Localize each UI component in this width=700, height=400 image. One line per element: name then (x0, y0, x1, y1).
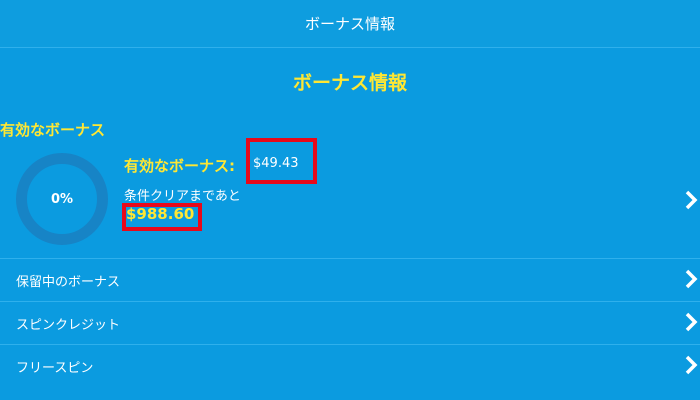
bonus-progress-percent: 0% (50, 191, 74, 207)
active-bonus-value: $49.43 (253, 156, 299, 171)
bonus-progress-ring: 0% (16, 153, 108, 245)
remaining-requirement-label: 条件クリアまであと (124, 189, 241, 204)
menu-item-spin-credit[interactable]: スピンクレジット (0, 301, 700, 343)
chevron-right-icon (684, 269, 698, 289)
page-title: ボーナス情報 (292, 72, 407, 94)
menu-item-label: 保留中のボーナス (16, 275, 121, 290)
chevron-right-icon (684, 312, 698, 332)
remaining-requirement-value: $988.60 (126, 205, 195, 223)
menu-item-free-spins[interactable]: フリースピン (0, 344, 700, 386)
menu-item-pending-bonus[interactable]: 保留中のボーナス (0, 258, 700, 300)
menu-item-label: スピンクレジット (16, 318, 121, 333)
active-bonus-section-title: 有効なボーナス (0, 121, 106, 139)
active-bonus-label: 有効なボーナス: (124, 157, 235, 175)
menu-item-label: フリースピン (16, 361, 94, 376)
chevron-right-icon (684, 355, 698, 375)
top-bar: ボーナス情報 (0, 0, 700, 48)
top-bar-title: ボーナス情報 (304, 15, 395, 33)
active-bonus-chevron-right-icon[interactable] (684, 190, 698, 210)
